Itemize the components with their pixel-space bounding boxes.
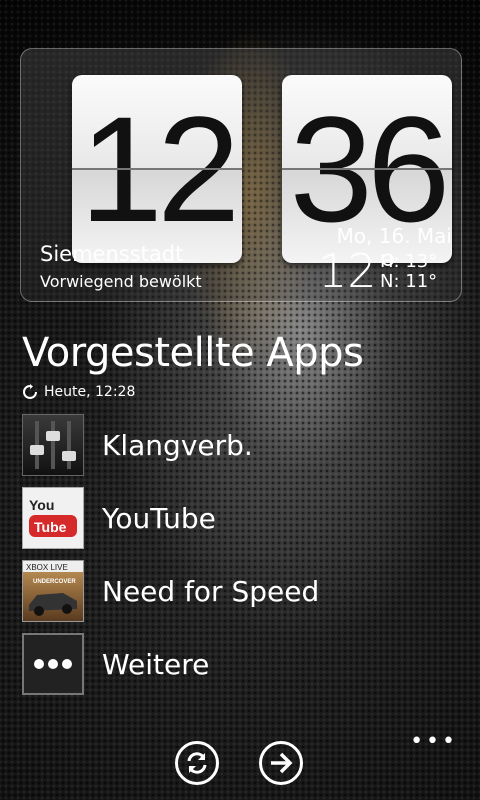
weather-location: Siemensstadt [40,242,184,266]
app-label: Need for Speed [102,574,320,608]
undercover-text: UNDERCOVER [33,579,76,585]
weather-condition: Vorwiegend bewölkt [40,272,202,291]
app-label: YouTube [102,501,216,535]
refresh-icon [187,752,207,774]
app-item-youtube[interactable]: You Tube YouTube [22,487,216,549]
last-updated: Heute, 12:28 [22,384,135,400]
youtube-icon-text-tube: Tube [34,519,67,535]
youtube-icon: You Tube [22,487,84,549]
app-label: Weitere [102,647,210,681]
app-label: Klangverb. [102,428,253,462]
clock-hours: 12 [72,75,242,263]
temperature-low: N: 11° [380,271,438,292]
next-button[interactable] [259,741,303,785]
xbox-live-text: XBOX LIVE [26,563,68,572]
equalizer-icon [22,414,84,476]
sync-icon [23,384,37,399]
app-bar: ••• [0,731,480,800]
last-updated-text: Heute, 12:28 [44,384,136,400]
app-item-klangverb[interactable]: Klangverb. [22,414,253,476]
temperature-high: H: 13° [380,251,438,272]
youtube-icon-text-you: You [29,497,54,513]
temperature-high-low: H: 13° N: 11° [380,252,437,292]
more-options-ellipsis[interactable]: ••• [410,731,458,753]
app-item-weitere[interactable]: Weitere [22,633,209,695]
need-for-speed-icon: XBOX LIVE UNDERCOVER [22,560,84,622]
app-item-need-for-speed[interactable]: XBOX LIVE UNDERCOVER Need for Speed [22,560,319,622]
refresh-button[interactable] [175,741,219,785]
section-title: Vorgestellte Apps [22,330,364,376]
more-icon [22,633,84,695]
arrow-right-icon [271,752,293,774]
